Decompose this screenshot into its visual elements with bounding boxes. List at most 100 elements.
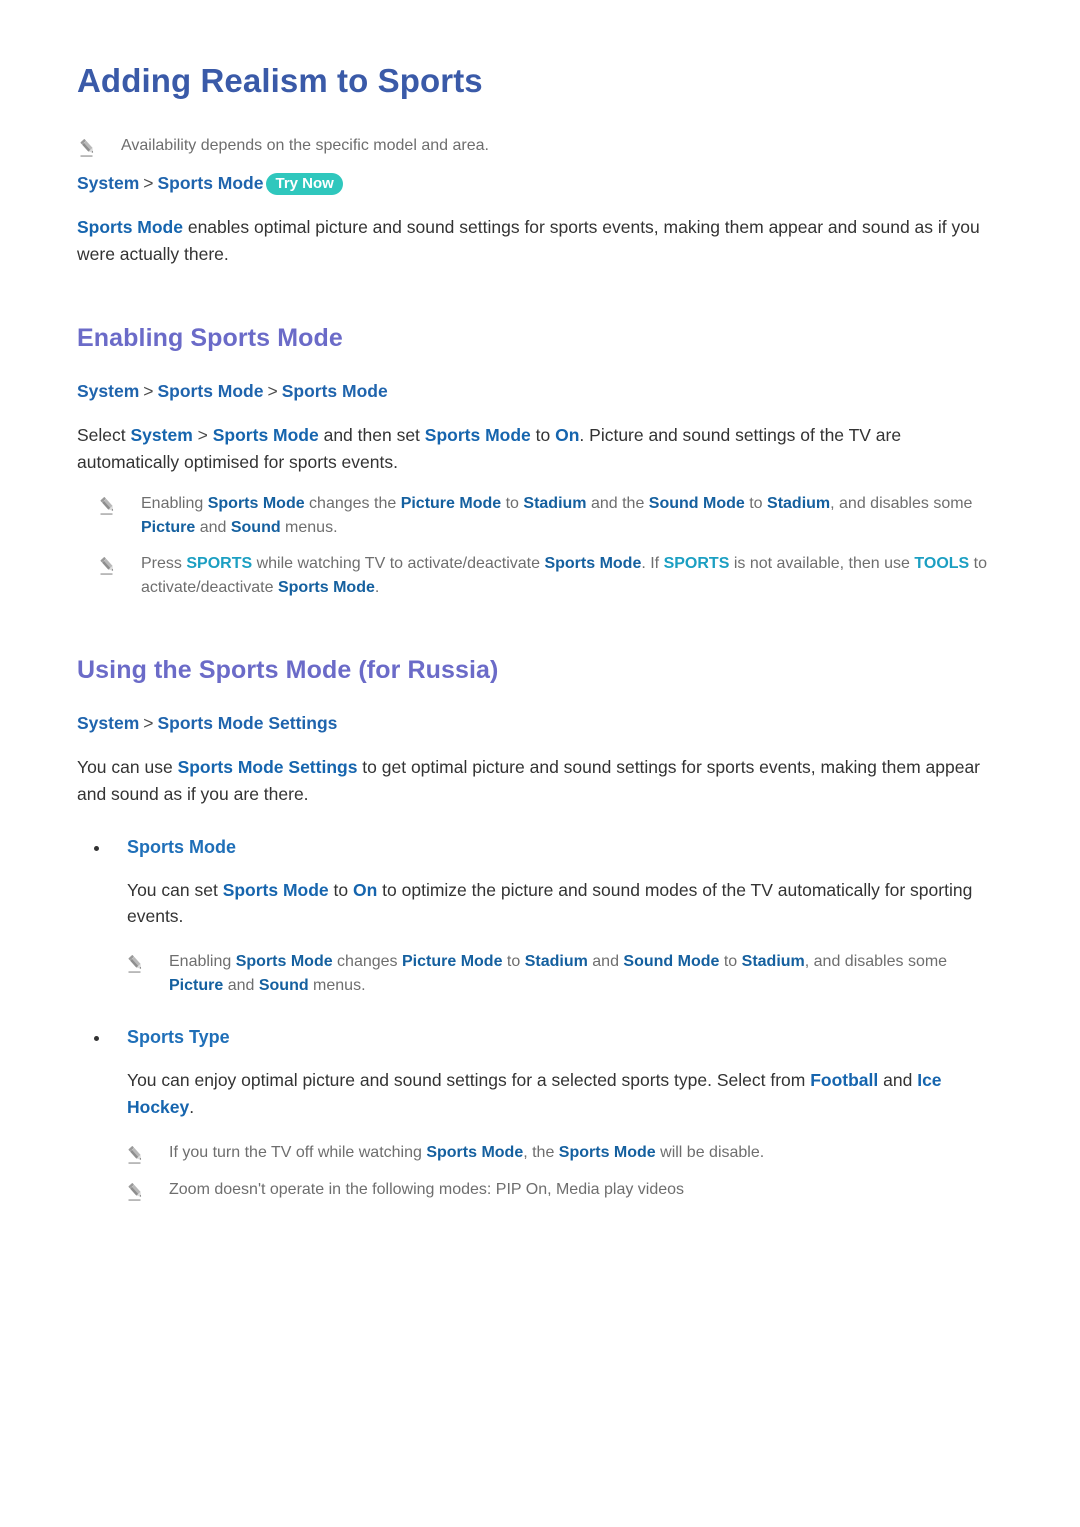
list-item: Sports Type	[77, 1024, 1002, 1051]
term-stadium: Stadium	[524, 953, 588, 971]
note-text: If you turn the TV off while watching Sp…	[169, 1141, 1002, 1165]
list-item-body-sports-mode: You can set Sports Mode to On to optimiz…	[77, 877, 1002, 931]
breadcrumb-segment-system[interactable]: System	[77, 381, 139, 401]
note-tv-off: If you turn the TV off while watching Sp…	[77, 1141, 1002, 1166]
pencil-icon	[97, 495, 119, 517]
text-run: menus.	[280, 518, 338, 536]
text-run: to	[719, 953, 742, 971]
bullet-dot-icon	[94, 845, 99, 851]
pencil-icon	[97, 555, 119, 577]
text-run: , and disables some	[830, 494, 973, 512]
text-run: Select	[77, 425, 131, 446]
term-sports-mode-settings: Sports Mode Settings	[177, 757, 358, 778]
text-run: If you turn the TV off while watching	[169, 1143, 427, 1161]
paragraph: You can set Sports Mode to On to optimiz…	[127, 877, 1002, 931]
key-sports: SPORTS	[186, 554, 253, 572]
paragraph: You can enjoy optimal picture and sound …	[127, 1067, 1002, 1121]
text-run: changes the	[304, 494, 401, 512]
term-sports-mode: Sports Mode	[544, 554, 642, 572]
breadcrumb-segment-sports-mode-2[interactable]: Sports Mode	[282, 381, 388, 401]
term-sports-mode: Sports Mode	[212, 425, 319, 446]
breadcrumb-segment-system[interactable]: System	[77, 713, 139, 733]
breadcrumb-separator-icon: >	[143, 380, 154, 401]
text-run: to	[744, 494, 768, 512]
intro-paragraph-rest: enables optimal picture and sound settin…	[77, 217, 980, 265]
list-item-label-sports-mode: Sports Mode	[127, 836, 237, 857]
term-on: On	[353, 879, 378, 900]
page-title: Adding Realism to Sports	[77, 62, 483, 99]
breadcrumb-segment-sports-mode-settings[interactable]: Sports Mode Settings	[158, 713, 338, 733]
note-enabling-changes-russia: Enabling Sports Mode changes Picture Mod…	[77, 950, 1002, 998]
pencil-icon	[125, 1144, 147, 1166]
bullet-dot-icon	[94, 1036, 99, 1042]
text-run: changes	[332, 953, 402, 971]
note-press-sports: Press SPORTS while watching TV to activa…	[77, 552, 1002, 600]
breadcrumb-intro[interactable]: System > Sports Mode Try Now	[77, 171, 1002, 196]
enabling-paragraph: Select System > Sports Mode and then set…	[77, 422, 1002, 476]
term-sports-mode: Sports Mode	[235, 953, 333, 971]
intro-paragraph: Sports Mode enables optimal picture and …	[77, 214, 1002, 268]
text-run: Enabling	[169, 953, 236, 971]
note-text: Availability depends on the specific mod…	[121, 137, 489, 154]
term-picture-mode: Picture Mode	[400, 494, 502, 512]
text-run: and then set	[318, 425, 425, 446]
text-run: and	[878, 1070, 918, 1091]
text-run: is not available, then use	[729, 554, 915, 572]
breadcrumb-enabling[interactable]: System > Sports Mode > Sports Mode	[77, 379, 1002, 404]
note-enabling-changes: Enabling Sports Mode changes the Picture…	[77, 492, 1002, 540]
breadcrumb-segment-sports-mode[interactable]: Sports Mode	[158, 173, 264, 193]
breadcrumb-separator-icon: >	[143, 712, 154, 733]
term-stadium: Stadium	[523, 494, 587, 512]
pencil-icon	[125, 953, 147, 975]
breadcrumb-russia[interactable]: System > Sports Mode Settings	[77, 711, 1002, 736]
term-sports-mode: Sports Mode	[77, 217, 183, 238]
text-run: will be disable.	[655, 1143, 765, 1161]
note-availability: Availability depends on the specific mod…	[77, 134, 1002, 159]
breadcrumb-segment-system[interactable]: System	[77, 173, 139, 193]
term-picture: Picture	[169, 977, 224, 995]
separator-icon: >	[197, 425, 208, 446]
text-run: You can use	[77, 757, 178, 778]
russia-paragraph: You can use Sports Mode Settings to get …	[77, 754, 1002, 808]
breadcrumb-separator-icon: >	[143, 173, 154, 193]
note-text: Zoom doesn't operate in the following mo…	[169, 1180, 685, 1198]
term-stadium: Stadium	[767, 494, 831, 512]
text-run: Enabling	[141, 494, 208, 512]
text-run: .	[374, 578, 380, 596]
text-run: Press	[141, 554, 187, 572]
term-sports-mode: Sports Mode	[277, 578, 375, 596]
text-run: menus.	[308, 977, 366, 995]
text-run: , and disables some	[804, 953, 948, 971]
term-sports-mode: Sports Mode	[424, 425, 531, 446]
text-run: to	[530, 425, 556, 446]
term-system: System	[130, 425, 193, 446]
term-on: On	[555, 425, 580, 446]
key-tools: TOOLS	[914, 554, 970, 572]
section-heading-russia: Using the Sports Mode (for Russia)	[77, 655, 499, 684]
text-run: while watching TV to activate/deactivate	[252, 554, 545, 572]
term-picture-mode: Picture Mode	[402, 953, 503, 971]
term-sports-mode: Sports Mode	[426, 1143, 524, 1161]
term-sound: Sound	[230, 518, 281, 536]
term-football: Football	[810, 1070, 879, 1091]
try-now-badge[interactable]: Try Now	[266, 173, 343, 196]
key-sports: SPORTS	[663, 554, 730, 572]
text-run: to	[502, 953, 525, 971]
list-item-body-sports-type: You can enjoy optimal picture and sound …	[77, 1067, 1002, 1121]
term-sound-mode: Sound Mode	[648, 494, 745, 512]
term-sound-mode: Sound Mode	[623, 953, 720, 971]
text-run: and	[223, 977, 259, 995]
text-run: and	[195, 518, 231, 536]
text-run: You can enjoy optimal picture and sound …	[127, 1070, 811, 1091]
text-run: and	[587, 953, 624, 971]
document-page: Adding Realism to Sports Availability de…	[0, 0, 1080, 1527]
breadcrumb-separator-icon: >	[267, 380, 278, 401]
note-zoom: Zoom doesn't operate in the following mo…	[77, 1178, 1002, 1203]
pencil-icon	[125, 1181, 147, 1203]
text-run: You can set	[127, 879, 223, 900]
pencil-icon	[77, 137, 99, 159]
term-sports-mode: Sports Mode	[558, 1143, 656, 1161]
text-run: to	[501, 494, 524, 512]
breadcrumb-segment-sports-mode[interactable]: Sports Mode	[158, 381, 264, 401]
term-stadium: Stadium	[741, 953, 805, 971]
